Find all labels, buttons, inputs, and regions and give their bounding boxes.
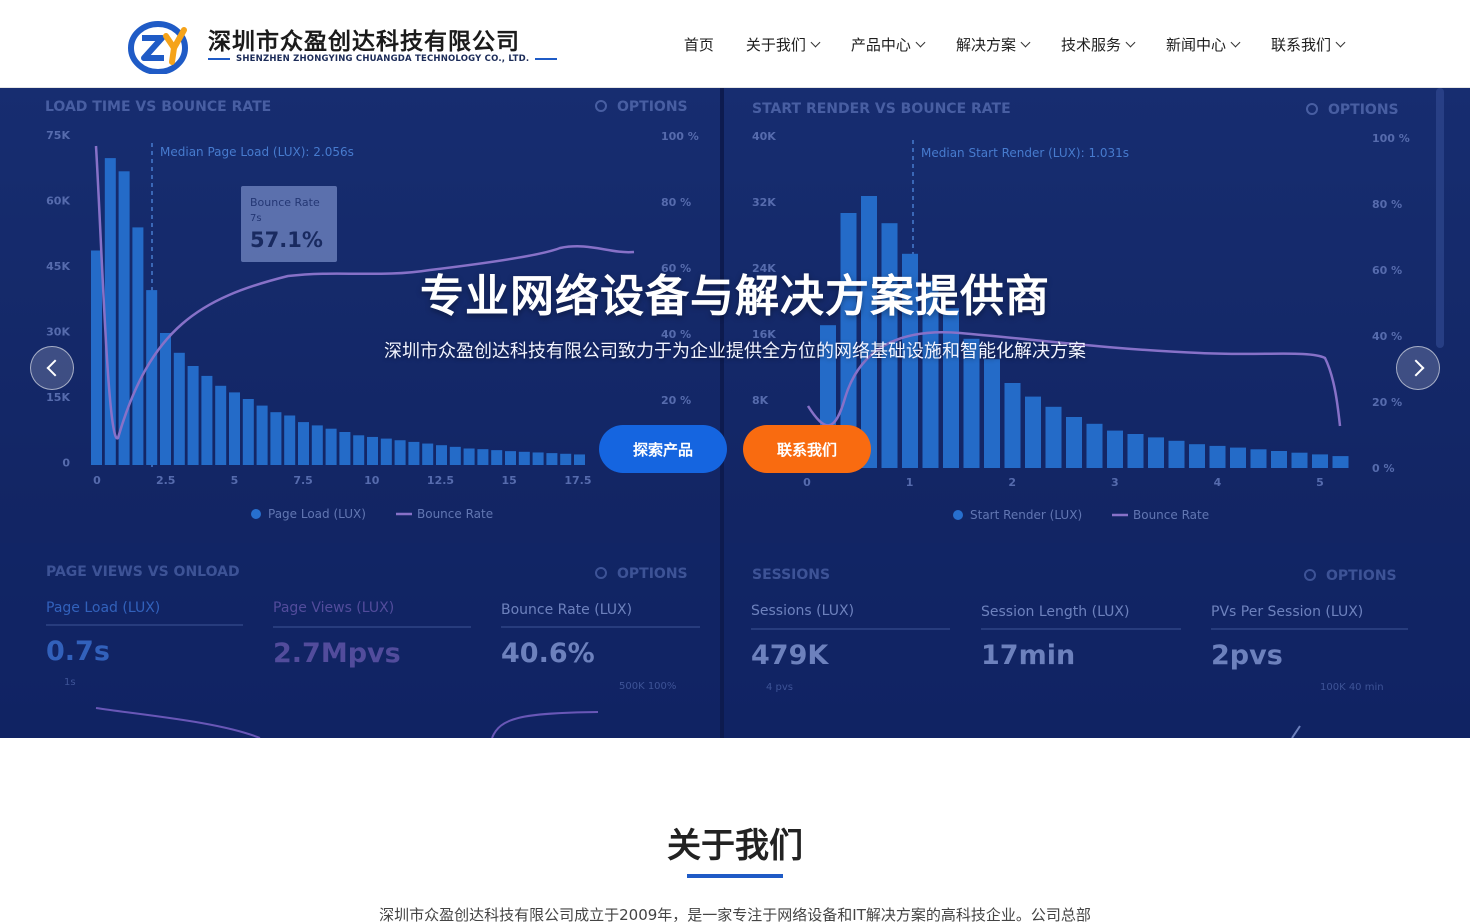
nav-item-tech-service[interactable]: 技术服务 bbox=[1045, 0, 1150, 88]
chevron-down-icon bbox=[1230, 37, 1241, 47]
explore-products-button[interactable]: 探索产品 bbox=[599, 425, 727, 473]
nav-item-solutions[interactable]: 解决方案 bbox=[940, 0, 1045, 88]
nav-item-news[interactable]: 新闻中心 bbox=[1150, 0, 1255, 88]
nav-item-products[interactable]: 产品中心 bbox=[835, 0, 940, 88]
nav-label: 新闻中心 bbox=[1165, 35, 1226, 54]
site-header: 深圳市众盈创达科技有限公司 SHENZHEN ZHONGYING CHUANGD… bbox=[0, 0, 1470, 88]
nav-label: 产品中心 bbox=[850, 35, 911, 54]
chevron-down-icon bbox=[810, 37, 821, 47]
carousel-prev-button[interactable] bbox=[30, 346, 74, 390]
chevron-down-icon bbox=[1020, 37, 1031, 47]
hero-subtitle: 深圳市众盈创达科技有限公司致力于为企业提供全方位的网络基础设施和智能化解决方案 bbox=[384, 341, 1086, 362]
nav-label: 技术服务 bbox=[1060, 35, 1121, 54]
logo-english-name: SHENZHEN ZHONGYING CHUANGDA TECHNOLOGY C… bbox=[236, 54, 530, 64]
logo-mark-icon bbox=[128, 21, 188, 74]
hero-banner: LOAD TIME VS BOUNCE RATE OPTIONS Median … bbox=[0, 88, 1470, 738]
chevron-right-icon bbox=[1407, 359, 1424, 377]
nav-label: 解决方案 bbox=[955, 35, 1016, 54]
chevron-left-icon bbox=[46, 359, 63, 377]
chevron-down-icon bbox=[1335, 37, 1346, 47]
chevron-down-icon bbox=[915, 37, 926, 47]
about-section-title: 关于我们 bbox=[667, 826, 803, 866]
about-title-underline bbox=[687, 874, 783, 878]
nav-item-about[interactable]: 关于我们 bbox=[730, 0, 835, 88]
nav-label: 首页 bbox=[683, 35, 714, 54]
hero-title: 专业网络设备与解决方案提供商 bbox=[420, 271, 1050, 322]
chevron-down-icon bbox=[1125, 37, 1136, 47]
nav-label: 联系我们 bbox=[1270, 35, 1331, 54]
company-logo[interactable]: 深圳市众盈创达科技有限公司 SHENZHEN ZHONGYING CHUANGD… bbox=[128, 16, 558, 74]
nav-item-home[interactable]: 首页 bbox=[668, 0, 730, 88]
nav-label: 关于我们 bbox=[745, 35, 806, 54]
contact-us-button[interactable]: 联系我们 bbox=[743, 425, 871, 473]
main-nav: 首页 关于我们 产品中心 解决方案 技术服务 新闻中心 联系我们 bbox=[668, 0, 1360, 88]
about-section-text: 深圳市众盈创达科技有限公司成立于2009年，是一家专注于网络设备和IT解决方案的… bbox=[379, 906, 1091, 923]
logo-company-name: 深圳市众盈创达科技有限公司 bbox=[208, 29, 520, 55]
hero-overlay bbox=[0, 88, 1470, 738]
logo-divider bbox=[535, 58, 558, 60]
carousel-next-button[interactable] bbox=[1396, 346, 1440, 390]
logo-divider bbox=[208, 58, 230, 60]
logo-english-row: SHENZHEN ZHONGYING CHUANGDA TECHNOLOGY C… bbox=[208, 52, 558, 66]
nav-item-contact[interactable]: 联系我们 bbox=[1255, 0, 1360, 88]
